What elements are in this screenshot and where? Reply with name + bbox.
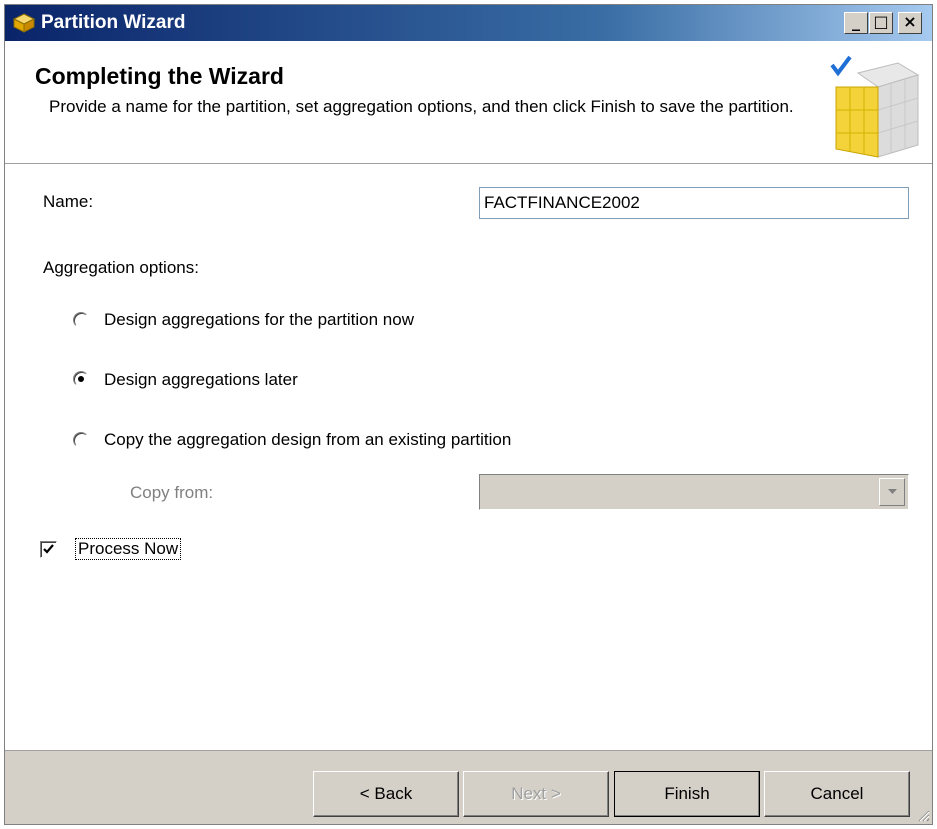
copy-design-radio[interactable] [73, 432, 89, 448]
design-now-radio[interactable] [73, 312, 89, 328]
wizard-content: Name: FACTFINANCE2002 Aggregation option… [5, 164, 932, 750]
wizard-header: Completing the Wizard Provide a name for… [5, 41, 932, 164]
page-title: Completing the Wizard [35, 63, 284, 89]
back-button[interactable]: < Back [313, 771, 459, 817]
next-button[interactable]: Next > [463, 771, 609, 817]
minimize-icon: _ [852, 12, 860, 31]
minimize-button[interactable]: _ [844, 12, 868, 34]
cancel-button[interactable]: Cancel [764, 771, 910, 817]
cube-wizard-icon [12, 13, 36, 33]
copy-from-dropdown[interactable] [479, 474, 909, 510]
maximize-button[interactable]: □ [869, 12, 893, 34]
checkmark-icon [43, 544, 54, 554]
maximize-icon: □ [873, 12, 889, 31]
copy-from-label: Copy from: [130, 483, 214, 502]
design-later-radio[interactable] [73, 371, 89, 387]
chevron-down-icon [888, 489, 897, 494]
partition-name-input[interactable]: FACTFINANCE2002 [479, 187, 909, 219]
resize-grip-icon[interactable] [916, 808, 930, 822]
process-now-label[interactable]: Process Now [75, 538, 182, 560]
design-now-label[interactable]: Design aggregations for the partition no… [104, 310, 414, 330]
partition-wizard-window: Partition Wizard _ □ × Completing the Wi… [4, 4, 933, 825]
name-label: Name: [43, 192, 94, 211]
wizard-footer: < Back Next > Finish Cancel [5, 750, 932, 824]
close-button[interactable]: × [898, 12, 922, 34]
cube-check-graphic [828, 53, 920, 159]
process-now-checkbox[interactable] [40, 541, 57, 558]
design-later-label[interactable]: Design aggregations later [104, 370, 298, 390]
copy-design-label[interactable]: Copy the aggregation design from an exis… [104, 430, 511, 450]
page-description: Provide a name for the partition, set ag… [49, 97, 794, 116]
radio-selected-dot [78, 376, 84, 382]
aggregation-options-label: Aggregation options: [43, 258, 199, 277]
window-title: Partition Wizard [41, 12, 186, 33]
close-icon: × [903, 12, 917, 31]
finish-button[interactable]: Finish [614, 771, 760, 817]
dropdown-arrow-button[interactable] [879, 478, 905, 506]
title-bar[interactable]: Partition Wizard _ □ × [5, 5, 932, 41]
